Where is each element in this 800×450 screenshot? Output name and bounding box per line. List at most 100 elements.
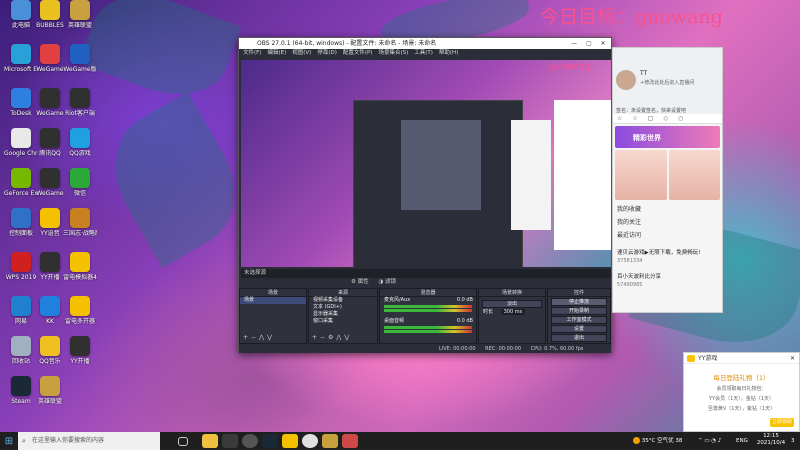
clock[interactable]: 12:15 2021/10/4	[754, 433, 788, 447]
qq-icon[interactable]	[222, 434, 238, 448]
desktop-icon[interactable]: QQ游戏	[63, 128, 97, 170]
scenes-dock: 场景 场景 +−⋀⋁	[239, 288, 307, 344]
source-item[interactable]: 文本 (GDI+)	[309, 304, 377, 311]
tab-icon[interactable]: ▢	[648, 115, 664, 122]
source-item[interactable]: 显示器采集	[309, 311, 377, 318]
desktop-icon[interactable]: YY开播	[33, 252, 67, 294]
menu-item[interactable]: 视图(V)	[292, 50, 311, 56]
menu-item[interactable]: 配置文件(P)	[343, 50, 373, 56]
settings-button[interactable]: 设置	[551, 325, 607, 333]
cpu-fps: CPU: 0.7%, 60.00 fps	[530, 346, 584, 352]
source-item[interactable]: 窗口采集	[309, 318, 377, 325]
desktop-icon[interactable]: WeGame版	[63, 44, 97, 86]
yy-gift-popup[interactable]: YY游戏 ✕ 每日登陆礼物（1） 会员领取每日礼物包： YY会员（1天），金钻（…	[683, 352, 800, 432]
app-icon	[11, 128, 31, 148]
menu-item[interactable]: 停靠(D)	[317, 50, 337, 56]
duration-input[interactable]: 300 ms	[500, 309, 526, 315]
desktop-icon[interactable]: YY开播	[63, 336, 97, 378]
claim-button[interactable]: 立即领取	[770, 418, 794, 427]
desktop-icon[interactable]: 雷电多开器	[63, 296, 97, 338]
signature: 签名：未设置签名，快来设置吧	[616, 108, 687, 114]
room-title[interactable]: 速贝云游戏▶无限下载，免费畅玩!	[613, 247, 722, 257]
desktop-icon[interactable]: 腾讯QQ	[33, 128, 67, 170]
desktop-icon-label: WeGame	[36, 190, 64, 197]
scene-controls[interactable]: +−⋀⋁	[243, 334, 275, 341]
search-input[interactable]: ⌕ 在这里输入你要搜索的内容	[18, 432, 160, 450]
thumbnail[interactable]	[668, 150, 720, 200]
start-recording-button[interactable]: 开始录制	[551, 307, 607, 315]
desktop-icon-label: QQ音乐	[39, 358, 61, 365]
desktop-icon[interactable]: 雷电模拟器4	[63, 252, 97, 294]
league-icon[interactable]	[322, 434, 338, 448]
file-explorer-icon[interactable]	[202, 434, 218, 448]
menu-item[interactable]: 编辑(E)	[267, 50, 286, 56]
filters-button[interactable]: 滤镜	[385, 279, 396, 285]
menu-item[interactable]: 场景集合(S)	[378, 50, 408, 56]
transition-type-select[interactable]: 淡出	[482, 300, 542, 308]
exit-button[interactable]: 退出	[551, 334, 607, 342]
language-indicator[interactable]: ENG	[736, 432, 748, 450]
scene-item[interactable]: 场景	[240, 297, 306, 304]
tab-icon[interactable]: ◇	[663, 115, 678, 122]
obs-preview[interactable]: guowang	[241, 60, 611, 267]
mic-volume-meter	[384, 305, 472, 308]
desktop-icon[interactable]: BUBBLES	[33, 0, 67, 42]
menu-item[interactable]: 帮助(H)	[439, 50, 458, 56]
following-link[interactable]: 我的关注	[613, 215, 722, 228]
filter-icon[interactable]: ◑	[378, 279, 383, 285]
desktop-icon-label: 三国志·战略版	[63, 230, 97, 237]
desktop-icon[interactable]: KK	[33, 296, 67, 338]
desktop-icon[interactable]: WeGame	[33, 44, 67, 86]
thumbnail[interactable]	[615, 150, 667, 200]
studio-mode-button[interactable]: 工作室模式	[551, 316, 607, 324]
desktop-icon[interactable]: 英雄联盟	[63, 0, 97, 42]
tab-icon[interactable]: ☆	[617, 115, 632, 122]
desktop-icon[interactable]: 三国志·战略版	[63, 208, 97, 250]
source-item[interactable]: 视频采集设备	[309, 297, 377, 304]
tab-icon[interactable]: ☆	[632, 115, 647, 122]
recent-link[interactable]: 最近访问	[613, 228, 722, 241]
windows-start-icon[interactable]: ⊞	[0, 432, 18, 450]
steam-icon[interactable]	[262, 434, 278, 448]
close-icon[interactable]: ✕	[596, 38, 610, 49]
task-view-icon[interactable]	[178, 436, 188, 446]
app-icon	[40, 128, 60, 148]
app-icon	[40, 88, 60, 108]
live-app-panel[interactable]: TT +修改此处后进入直播间 签名：未设置签名，快来设置吧 ☆☆▢◇○ 精彩世界…	[612, 47, 723, 313]
favorites-link[interactable]: 我的收藏	[613, 202, 722, 215]
desktop-icon[interactable]: QQ音乐	[33, 336, 67, 378]
mic-volume-meter	[384, 309, 472, 312]
room-title[interactable]: 百小天波利比分享	[613, 271, 722, 281]
desktop-icon[interactable]: 英雄联盟	[33, 376, 67, 418]
close-icon[interactable]: ✕	[790, 353, 795, 364]
desktop-icon[interactable]: Riot客户端	[63, 88, 97, 130]
notification-badge[interactable]: 3	[791, 432, 795, 450]
menu-item[interactable]: 工具(T)	[414, 50, 433, 56]
obs-window[interactable]: OBS 27.0.1 (64-bit, windows) - 配置文件: 未命名…	[238, 37, 612, 353]
desktop-icon[interactable]: WeGame	[33, 88, 67, 130]
sources-header: 来源	[309, 289, 377, 297]
app-icon[interactable]	[342, 434, 358, 448]
desktop-icon[interactable]: WeGame	[33, 168, 67, 210]
minimize-icon[interactable]: —	[567, 38, 581, 49]
desktop-icon[interactable]: 微信	[63, 168, 97, 210]
obs-icon[interactable]	[242, 434, 258, 448]
weather-widget[interactable]: 35°C 空气优 38	[633, 432, 682, 450]
yy-icon[interactable]	[282, 434, 298, 448]
promo-banner[interactable]: 精彩世界	[615, 126, 720, 148]
avatar[interactable]	[616, 70, 636, 90]
maximize-icon[interactable]: ▢	[582, 38, 596, 49]
yy-logo-icon	[687, 355, 695, 362]
panel-tabs[interactable]: ☆☆▢◇○	[613, 114, 722, 124]
source-controls[interactable]: +−⚙⋀⋁	[312, 334, 352, 341]
streamer-thumbnails[interactable]	[615, 150, 720, 200]
obs-titlebar[interactable]: OBS 27.0.1 (64-bit, windows) - 配置文件: 未命名…	[239, 38, 611, 49]
tray-icons[interactable]: ⌃ ▭ ◔ ♪	[698, 432, 721, 450]
menu-item[interactable]: 文件(F)	[243, 50, 261, 56]
tab-icon[interactable]: ○	[678, 115, 693, 122]
desktop-icon[interactable]: YY语音	[33, 208, 67, 250]
stop-streaming-button[interactable]: 停止推流	[551, 298, 607, 306]
gear-icon[interactable]: ⚙	[351, 279, 356, 285]
properties-button[interactable]: 属性	[358, 279, 369, 285]
chrome-icon[interactable]	[302, 434, 318, 448]
